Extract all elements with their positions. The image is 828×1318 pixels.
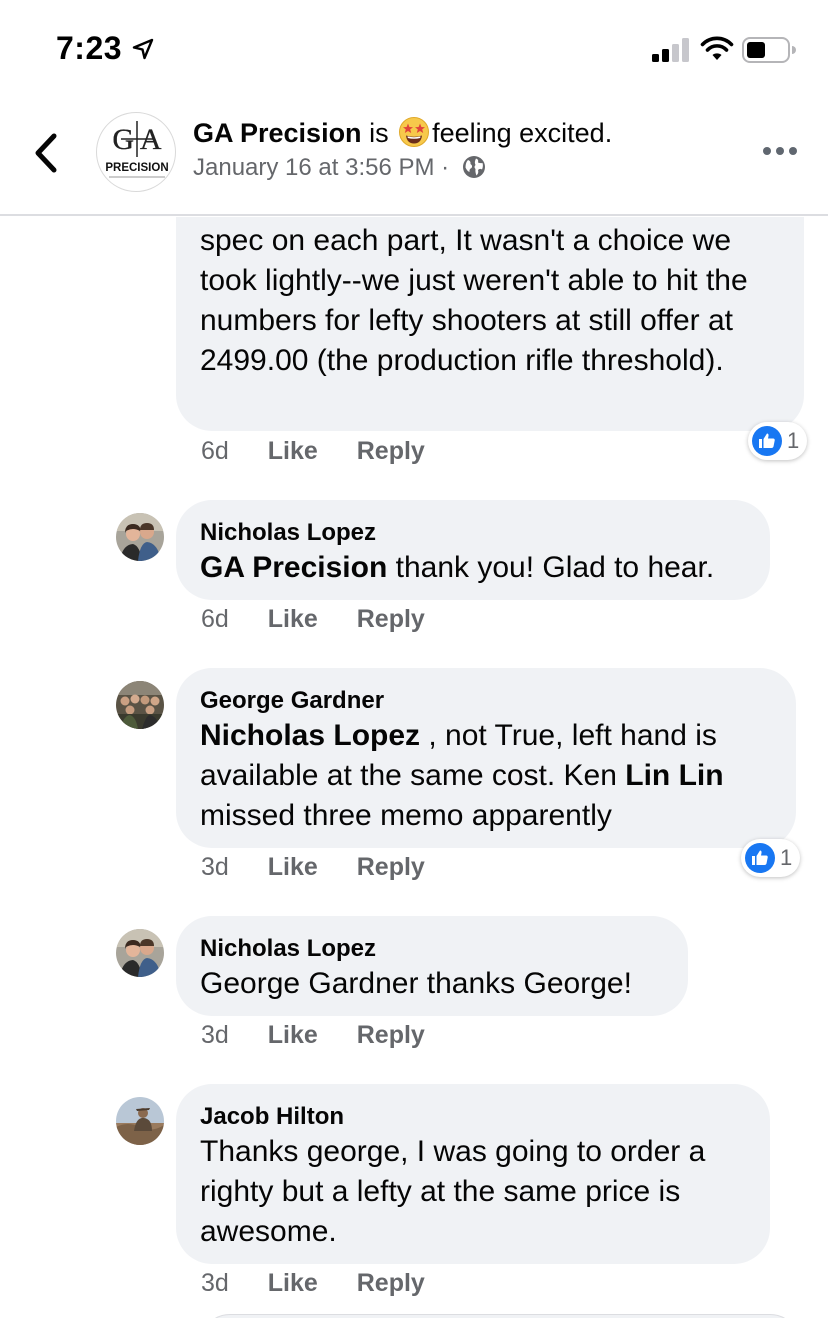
comment-text: Nicholas Lopez , not True, left hand is … xyxy=(200,716,772,836)
avatar-george-gardner[interactable] xyxy=(116,681,164,729)
comments-list: spec on each part, It wasn't a choice we… xyxy=(0,217,828,1318)
like-button[interactable]: Like xyxy=(268,437,318,466)
star-struck-emoji-icon xyxy=(399,117,430,147)
like-button[interactable]: Like xyxy=(268,1021,318,1050)
page-avatar-logo[interactable]: G A PRECISION xyxy=(96,112,176,192)
comment-mention-2[interactable]: Lin Lin xyxy=(625,759,723,792)
comment-bubble[interactable]: Jacob Hilton Thanks george, I was going … xyxy=(176,1084,770,1264)
post-header: G A PRECISION GA Precision is feeling ex… xyxy=(0,100,828,216)
comment-bubble[interactable]: Nicholas Lopez George Gardner thanks Geo… xyxy=(176,916,688,1016)
comment-time[interactable]: 6d xyxy=(201,605,229,634)
post-title: GA Precision is feeling excited. xyxy=(193,116,612,149)
comment-text: George Gardner thanks George! xyxy=(200,967,632,1000)
comment-text: GA Precision thank you! Glad to hear. xyxy=(200,548,746,588)
comment-text-body-2: missed three memo apparently xyxy=(200,799,612,832)
like-button[interactable]: Like xyxy=(268,1269,318,1298)
comment-author[interactable]: George Gardner xyxy=(200,686,772,716)
location-arrow-icon xyxy=(132,38,154,60)
post-date[interactable]: January 16 at 3:56 PM xyxy=(193,154,434,181)
reaction-badge[interactable]: 1 xyxy=(748,422,808,460)
comment-text-body: thank you! Glad to hear. xyxy=(387,551,715,584)
back-chevron-icon[interactable] xyxy=(26,128,66,178)
wifi-icon xyxy=(700,36,734,60)
meta-separator: · xyxy=(434,154,456,181)
comment-time[interactable]: 3d xyxy=(201,1021,229,1050)
reply-button[interactable]: Reply xyxy=(357,605,425,634)
comment-time[interactable]: 6d xyxy=(201,437,229,466)
comment-actions: 6d Like Reply xyxy=(201,437,425,466)
reaction-count: 1 xyxy=(787,428,800,453)
logo-text-bottom: PRECISION xyxy=(105,162,168,174)
comment-actions: 6d Like Reply xyxy=(201,605,425,634)
ga-precision-logo: G A PRECISION xyxy=(105,121,169,178)
page-name-link[interactable]: GA Precision xyxy=(193,118,362,148)
like-button[interactable]: Like xyxy=(268,605,318,634)
comment-text: spec on each part, It wasn't a choice we… xyxy=(200,224,748,377)
status-time: 7:23 xyxy=(56,30,123,66)
more-options-icon[interactable] xyxy=(762,144,798,158)
reply-button[interactable]: Reply xyxy=(357,1021,425,1050)
like-reaction-icon xyxy=(745,843,775,873)
reply-button[interactable]: Reply xyxy=(357,853,425,882)
comment-actions: 3d Like Reply xyxy=(201,853,425,882)
battery-icon xyxy=(742,37,796,63)
like-reaction-icon xyxy=(752,426,782,456)
is-text: is xyxy=(361,118,397,148)
globe-icon xyxy=(462,156,485,178)
comment-text: Thanks george, I was going to order a ri… xyxy=(200,1135,706,1248)
avatar-jacob-hilton[interactable] xyxy=(116,1097,164,1145)
comment-time[interactable]: 3d xyxy=(201,853,229,882)
reply-button[interactable]: Reply xyxy=(357,1269,425,1298)
comment-actions: 3d Like Reply xyxy=(201,1269,425,1298)
reply-button[interactable]: Reply xyxy=(357,437,425,466)
avatar-nicholas-lopez[interactable] xyxy=(116,513,164,561)
cellular-signal-icon xyxy=(652,38,689,62)
avatar-nicholas-lopez[interactable] xyxy=(116,929,164,977)
reaction-count: 1 xyxy=(780,845,793,870)
comment-bubble-partial[interactable] xyxy=(200,1314,800,1318)
comment-mention[interactable]: Nicholas Lopez xyxy=(200,719,420,752)
like-button[interactable]: Like xyxy=(268,853,318,882)
comment-time[interactable]: 3d xyxy=(201,1269,229,1298)
comment-author[interactable]: Nicholas Lopez xyxy=(200,934,664,964)
reaction-badge[interactable]: 1 xyxy=(741,839,801,877)
comment-author[interactable]: Nicholas Lopez xyxy=(200,518,746,548)
comment-mention[interactable]: GA Precision xyxy=(200,551,387,584)
post-meta: January 16 at 3:56 PM · xyxy=(193,154,486,182)
comment-actions: 3d Like Reply xyxy=(201,1021,425,1050)
comment-bubble[interactable]: Nicholas Lopez GA Precision thank you! G… xyxy=(176,500,770,600)
comment-author[interactable]: Jacob Hilton xyxy=(200,1102,746,1132)
feeling-text: feeling excited. xyxy=(432,118,613,148)
comment-bubble[interactable]: spec on each part, It wasn't a choice we… xyxy=(176,217,804,431)
status-bar: 7:23 xyxy=(0,0,828,100)
comment-bubble[interactable]: George Gardner Nicholas Lopez , not True… xyxy=(176,668,796,848)
